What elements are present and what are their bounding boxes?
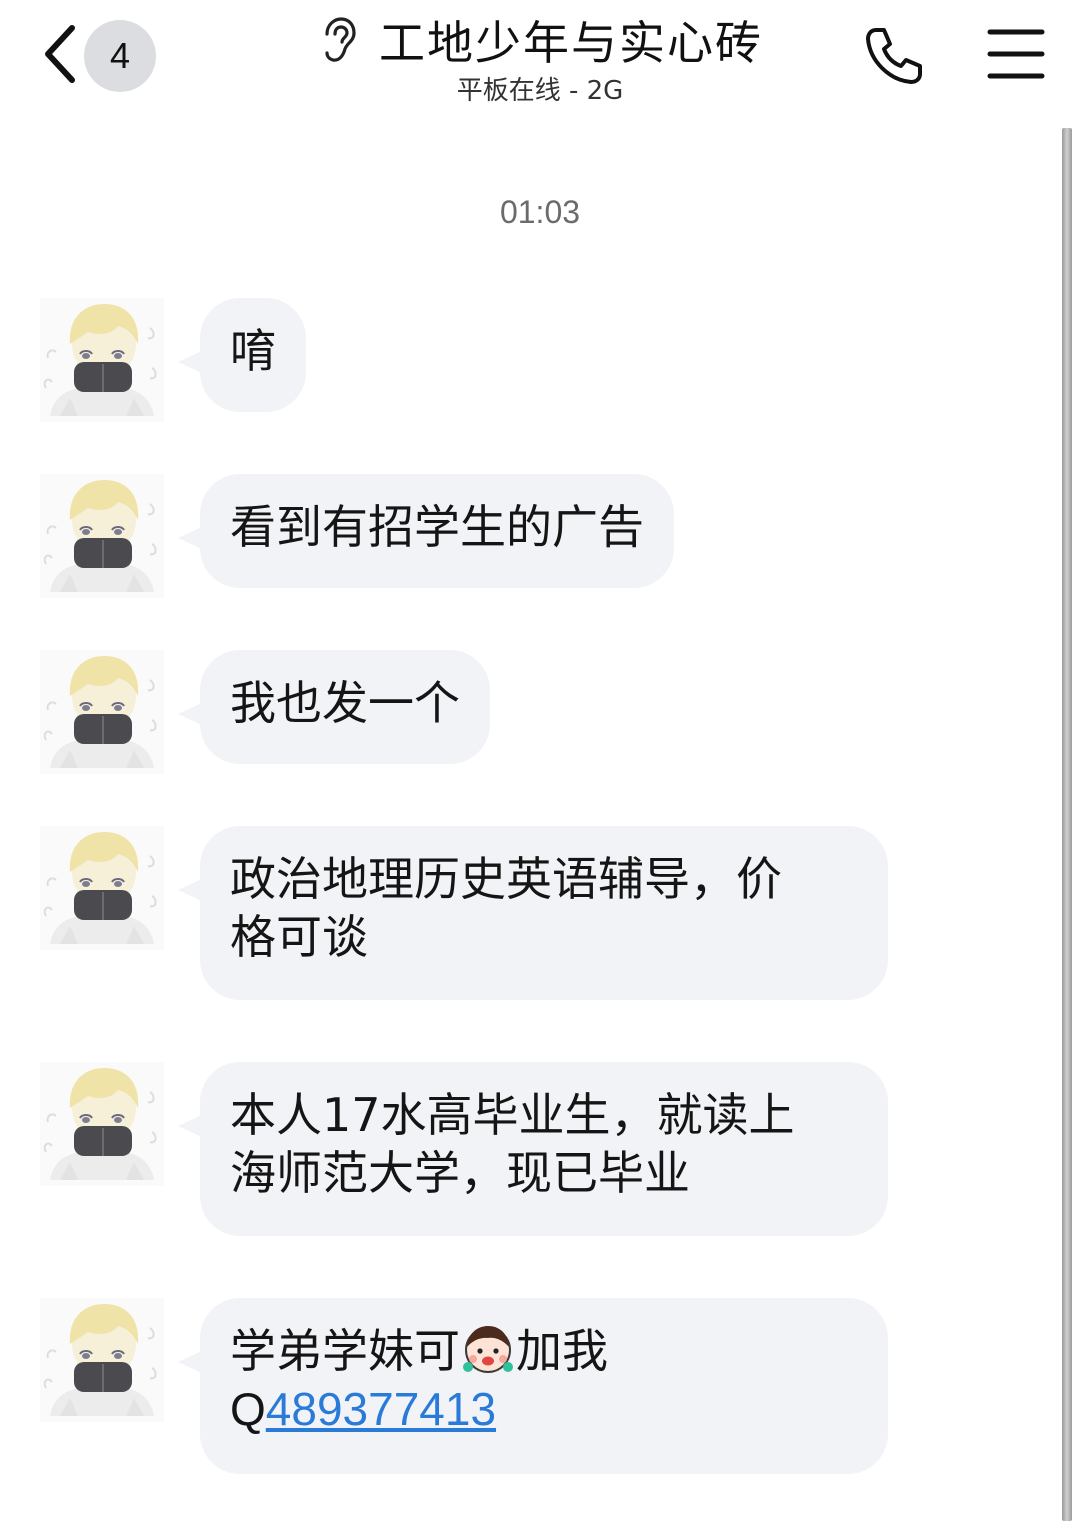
message-text-line: 政治地理历史英语辅导，价 — [230, 852, 782, 906]
call-button[interactable] — [862, 24, 926, 88]
message-bubble[interactable]: 学弟学妹可 加我 Q489377413 — [200, 1298, 888, 1474]
unread-count-badge[interactable]: 4 — [84, 20, 156, 92]
message-bubble[interactable]: 我也发一个 — [200, 650, 490, 764]
menu-button[interactable] — [986, 26, 1046, 82]
message-text: 加我 — [516, 1324, 608, 1378]
message-text-line: 海师范大学，现已毕业 — [230, 1146, 690, 1200]
message-timestamp: 01:03 — [499, 194, 581, 230]
avatar[interactable] — [40, 474, 164, 598]
message-text-line: 格可谈 — [230, 910, 368, 964]
message-bubble[interactable]: 本人17水高毕业生，就读上 海师范大学，现已毕业 — [200, 1062, 888, 1236]
chat-header: 4 工地少年与实心砖 平板在线 - 2G — [0, 0, 1080, 120]
qq-prefix: Q — [230, 1383, 266, 1435]
avatar[interactable] — [40, 826, 164, 950]
chat-title-row[interactable]: 工地少年与实心砖 — [270, 8, 810, 72]
chat-title: 工地少年与实心砖 — [379, 16, 763, 70]
message-text-line: 本人17水高毕业生，就读上 — [230, 1088, 795, 1142]
message-bubble[interactable]: 政治地理历史英语辅导，价 格可谈 — [200, 826, 888, 1000]
message-text: 我也发一个 — [230, 676, 460, 730]
message-text-line: 学弟学妹可 加我 — [230, 1322, 858, 1380]
online-status: 平板在线 - 2G — [456, 76, 624, 106]
smiley-emoji-icon — [463, 1326, 513, 1373]
hamburger-menu-icon — [987, 29, 1045, 79]
avatar[interactable] — [40, 298, 164, 422]
message-bubble[interactable]: 唷 — [200, 298, 306, 412]
ear-icon — [325, 17, 356, 62]
avatar[interactable] — [40, 1298, 164, 1422]
chevron-left-icon — [45, 25, 75, 83]
message-text: 学弟学妹可 — [230, 1324, 460, 1378]
message-text-line: Q489377413 — [230, 1380, 858, 1438]
message-text: 唷 — [230, 324, 276, 378]
chat-screen: 4 工地少年与实心砖 平板在线 - 2G 01:03 唷 看到有招学生的广告 我… — [0, 0, 1080, 1521]
scrollbar[interactable] — [1062, 128, 1072, 1521]
phone-icon — [866, 28, 922, 84]
avatar[interactable] — [40, 650, 164, 774]
message-bubble[interactable]: 看到有招学生的广告 — [200, 474, 674, 588]
message-text: 看到有招学生的广告 — [230, 500, 644, 554]
avatar[interactable] — [40, 1062, 164, 1186]
qq-number-link[interactable]: 489377413 — [266, 1383, 496, 1435]
